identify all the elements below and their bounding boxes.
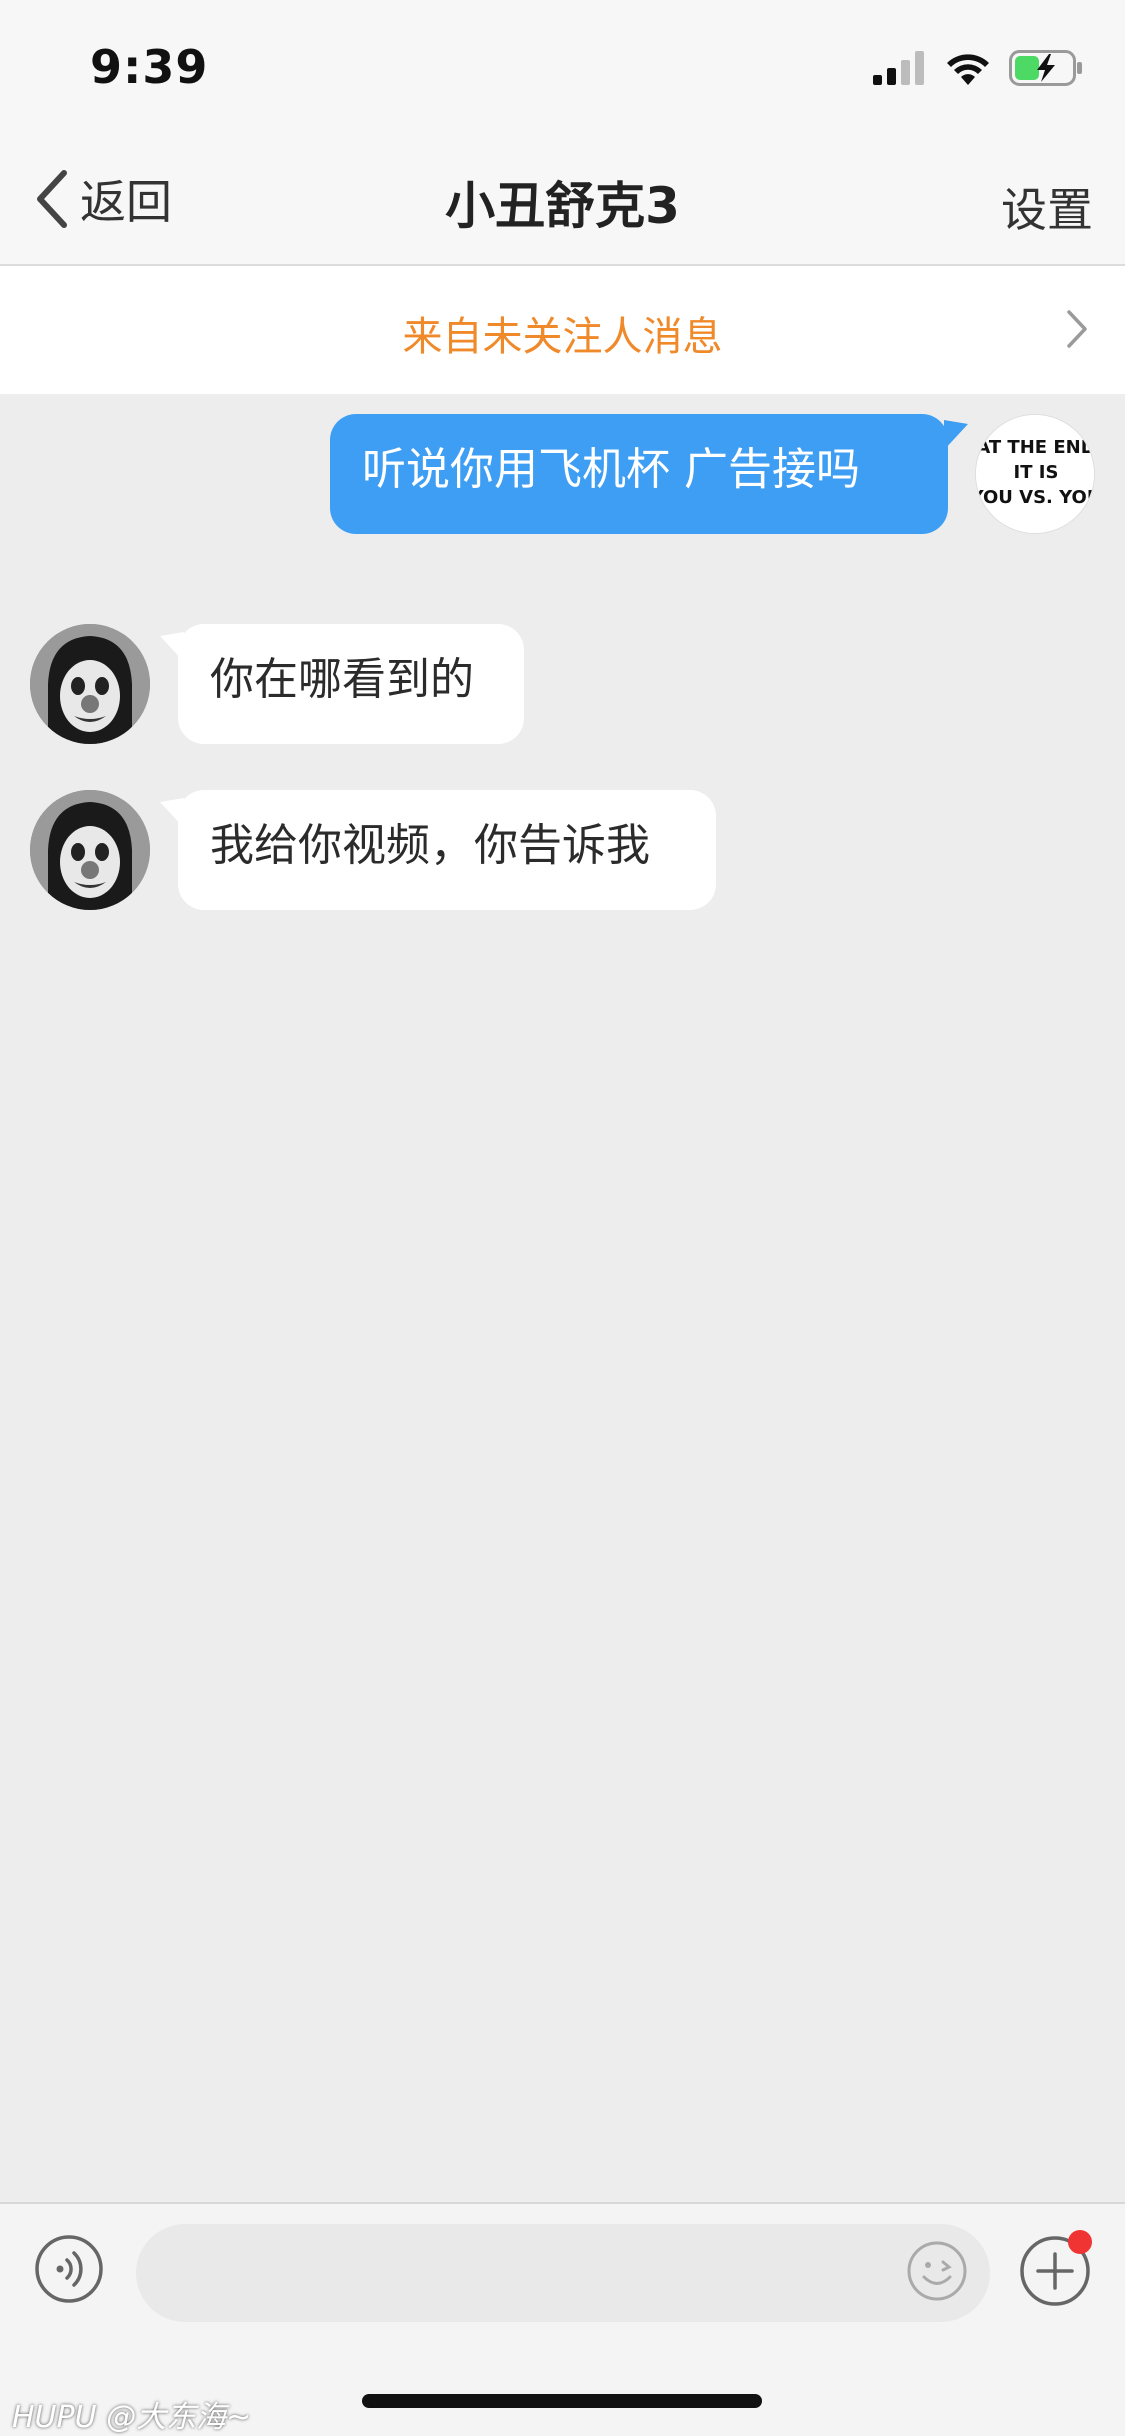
message-input[interactable] <box>136 2224 990 2322</box>
clown-avatar-image <box>30 624 150 744</box>
avatar-text-line-3: YOU VS. YOU <box>976 487 1095 508</box>
message-bubble-outgoing[interactable]: 听说你用飞机杯 广告接吗 <box>330 414 948 534</box>
contact-avatar[interactable] <box>30 624 150 744</box>
emoji-icon[interactable] <box>906 2240 968 2302</box>
avatar-poster-image: AT THE END IT IS YOU VS. YOU <box>976 415 1095 533</box>
chat-screen: 9:39 返回 小丑舒克3 设置 来自未关注人消息 听说你用飞机杯 广告接吗 A… <box>0 0 1125 2436</box>
contact-avatar[interactable] <box>30 790 150 910</box>
message-text: 我给你视频，你告诉我 <box>210 820 650 871</box>
voice-icon[interactable] <box>34 2234 104 2304</box>
avatar-text-line-1: AT THE END <box>976 437 1095 458</box>
banner-text: 来自未关注人消息 <box>402 314 723 360</box>
message-text: 你在哪看到的 <box>210 654 474 705</box>
status-bar: 9:39 <box>0 0 1125 134</box>
bubble-tail <box>944 420 968 450</box>
battery-charging-icon <box>1009 50 1082 86</box>
clown-avatar-image <box>30 790 150 910</box>
message-text: 听说你用飞机杯 广告接吗 <box>362 444 860 495</box>
notification-dot <box>1068 2230 1092 2254</box>
unfollowed-messages-banner[interactable]: 来自未关注人消息 <box>0 266 1125 394</box>
cellular-signal-icon <box>873 51 924 85</box>
message-bubble-incoming[interactable]: 我给你视频，你告诉我 <box>178 790 716 910</box>
status-icons <box>873 48 1083 88</box>
my-avatar[interactable]: AT THE END IT IS YOU VS. YOU <box>975 414 1095 534</box>
status-time: 9:39 <box>90 40 209 94</box>
home-indicator[interactable] <box>362 2394 762 2408</box>
chevron-right-icon <box>1067 310 1087 348</box>
navigation-bar: 返回 小丑舒克3 设置 <box>0 134 1125 266</box>
avatar-text-line-2: IT IS <box>1014 462 1059 483</box>
message-bubble-incoming[interactable]: 你在哪看到的 <box>178 624 524 744</box>
wifi-icon <box>947 54 989 85</box>
page-title: 小丑舒克3 <box>445 177 680 235</box>
settings-button[interactable]: 设置 <box>1001 174 1093 240</box>
watermark: HUPU @大东海~ <box>12 2400 252 2435</box>
